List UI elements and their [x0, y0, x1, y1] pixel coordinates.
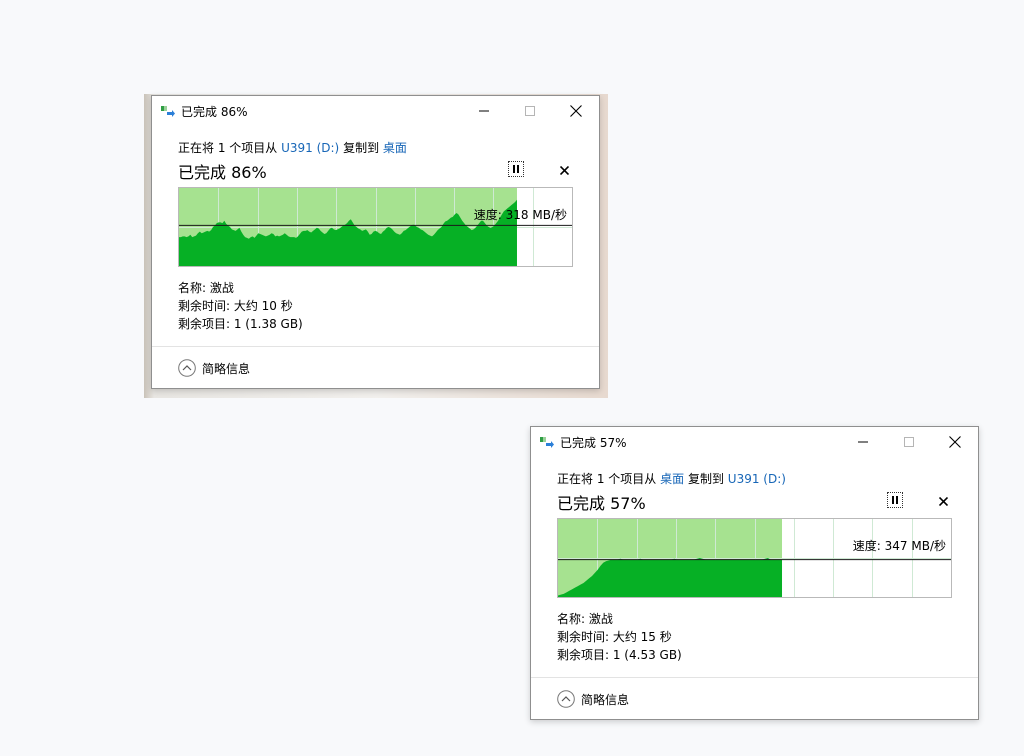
pause-button[interactable] — [887, 492, 903, 508]
minimize-icon — [479, 110, 489, 112]
close-button[interactable] — [553, 96, 599, 126]
minimize-button[interactable] — [461, 96, 507, 126]
maximize-icon — [904, 437, 914, 447]
speed-graph-canvas — [558, 519, 951, 597]
close-icon — [949, 436, 961, 448]
copy-info-prefix: 正在将 1 个项目从 — [557, 472, 657, 486]
speed-label: 速度: 318 MB/秒 — [473, 208, 567, 222]
source-link[interactable]: 桌面 — [660, 472, 684, 486]
transfer-speed-graph: 速度: 318 MB/秒 — [178, 187, 573, 267]
cancel-icon — [559, 165, 569, 175]
percent-complete-title: 已完成 57% — [557, 494, 646, 513]
copy-info-line: 正在将 1 个项目从 U391 (D:) 复制到 桌面 — [178, 139, 407, 156]
source-link[interactable]: U391 (D:) — [281, 141, 339, 155]
destination-link[interactable]: U391 (D:) — [728, 472, 786, 486]
window-title: 已完成 57% — [560, 436, 627, 450]
fewer-details-label: 简略信息 — [581, 692, 630, 707]
items-remaining: 剩余项目: 1 (4.53 GB) — [557, 648, 682, 662]
file-copy-icon — [161, 106, 175, 117]
fewer-details-toggle[interactable]: 简略信息 — [178, 358, 250, 378]
file-name: 名称: 激战 — [178, 281, 234, 295]
copy-info-middle: 复制到 — [687, 472, 724, 486]
footer-divider — [531, 677, 978, 678]
pause-icon — [892, 496, 898, 504]
percent-complete-title: 已完成 86% — [178, 163, 267, 182]
copy-info-middle: 复制到 — [343, 141, 380, 155]
copy-progress-dialog[interactable]: 已完成 57% 正在将 1 个项目从 桌面 复制到 U391 (D:) 已完成 … — [530, 426, 979, 720]
footer-divider — [152, 346, 599, 347]
window-title: 已完成 86% — [181, 105, 248, 119]
cancel-button[interactable] — [556, 162, 572, 178]
title-bar[interactable]: 已完成 57% — [531, 427, 978, 457]
chevron-up-icon — [557, 690, 575, 708]
time-remaining: 剩余时间: 大约 10 秒 — [178, 299, 293, 313]
copy-info-prefix: 正在将 1 个项目从 — [178, 141, 278, 155]
copy-info-line: 正在将 1 个项目从 桌面 复制到 U391 (D:) — [557, 470, 786, 487]
items-remaining: 剩余项目: 1 (1.38 GB) — [178, 317, 303, 331]
maximize-button[interactable] — [886, 427, 932, 457]
pause-button[interactable] — [508, 161, 524, 177]
maximize-button[interactable] — [507, 96, 553, 126]
minimize-icon — [858, 441, 868, 443]
cancel-button[interactable] — [935, 493, 951, 509]
maximize-icon — [525, 106, 535, 116]
speed-graph-canvas — [179, 188, 572, 266]
file-copy-icon — [540, 437, 554, 448]
copy-progress-dialog[interactable]: 已完成 86% 正在将 1 个项目从 U391 (D:) 复制到 桌面 已完成 … — [151, 95, 600, 389]
destination-link[interactable]: 桌面 — [383, 141, 407, 155]
fewer-details-label: 简略信息 — [202, 361, 251, 376]
chevron-up-icon — [178, 359, 196, 377]
minimize-button[interactable] — [840, 427, 886, 457]
file-name: 名称: 激战 — [557, 612, 613, 626]
time-remaining: 剩余时间: 大约 15 秒 — [557, 630, 672, 644]
title-bar[interactable]: 已完成 86% — [152, 96, 599, 126]
close-button[interactable] — [932, 427, 978, 457]
speed-label: 速度: 347 MB/秒 — [852, 539, 946, 553]
cancel-icon — [938, 496, 948, 506]
transfer-speed-graph: 速度: 347 MB/秒 — [557, 518, 952, 598]
fewer-details-toggle[interactable]: 简略信息 — [557, 689, 629, 709]
close-icon — [570, 105, 582, 117]
pause-icon — [513, 165, 519, 173]
